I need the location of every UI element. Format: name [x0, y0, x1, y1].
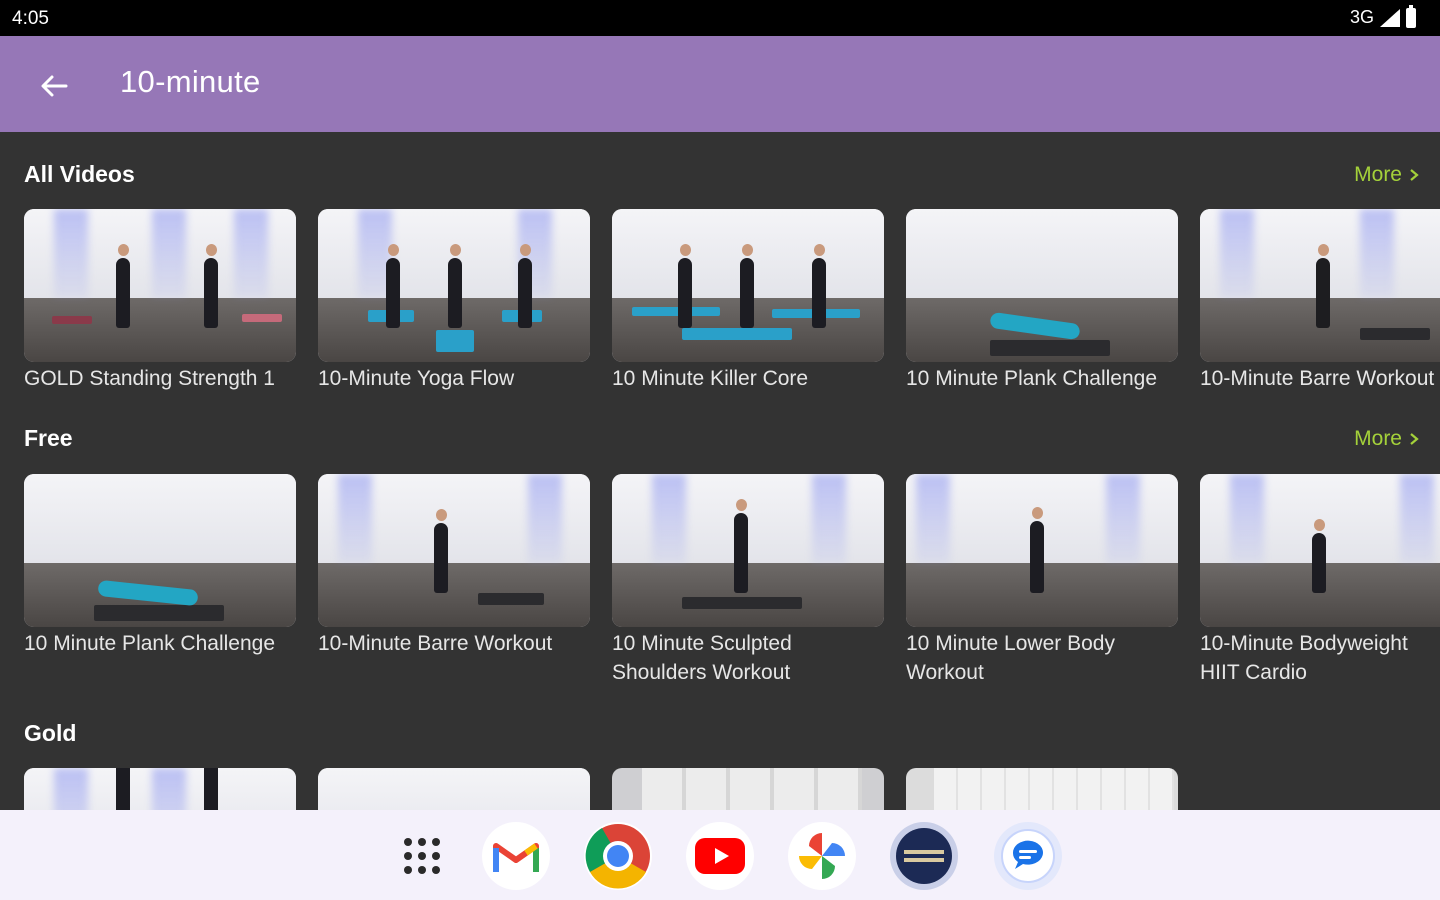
video-thumbnail — [24, 768, 296, 810]
section-title: Gold — [24, 720, 77, 746]
section-title: Free — [24, 425, 73, 451]
video-title: 10 Minute Plank Challenge — [906, 367, 1157, 390]
video-thumbnail — [24, 474, 296, 627]
video-thumbnail — [906, 768, 1178, 810]
section-title: All Videos — [24, 161, 135, 187]
video-title: GOLD Standing Strength 1 — [24, 367, 275, 390]
video-title: 10 Minute Plank Challenge — [24, 632, 275, 655]
chrome-icon[interactable] — [584, 822, 652, 890]
video-card[interactable]: 10 Minute Plank Challenge — [24, 474, 296, 658]
messages-icon[interactable] — [994, 822, 1062, 890]
video-card[interactable]: 10-Minute Yoga Flow — [318, 209, 590, 393]
signal-icon — [1380, 8, 1400, 27]
video-thumbnail — [612, 209, 884, 362]
video-title: 10-Minute Yoga Flow — [318, 367, 515, 390]
video-thumbnail — [906, 474, 1178, 627]
video-card[interactable] — [612, 768, 884, 810]
video-title: 10 Minute Lower Body Workout — [906, 632, 1115, 684]
more-link-all-videos[interactable]: More — [1354, 163, 1420, 187]
video-card[interactable]: 10-Minute Bodyweight HIIT Cardio — [1200, 474, 1440, 687]
more-link-free[interactable]: More — [1354, 427, 1420, 451]
status-bar: 4:05 3G — [0, 0, 1440, 36]
battery-icon — [1406, 4, 1416, 28]
video-card[interactable] — [318, 768, 590, 810]
video-card[interactable]: 10 Minute Lower Body Workout — [906, 474, 1178, 687]
status-indicators: 3G — [1349, 4, 1416, 28]
section-all-videos: All Videos More GOLD Standing Strength 1 — [0, 132, 1440, 392]
gmail-icon[interactable] — [482, 822, 550, 890]
back-button[interactable] — [30, 62, 78, 110]
video-card[interactable]: 10 Minute Sculpted Shoulders Workout — [612, 474, 884, 687]
arrow-back-icon — [41, 75, 68, 97]
video-list[interactable]: All Videos More GOLD Standing Strength 1 — [0, 132, 1440, 810]
video-thumbnail — [612, 474, 884, 627]
video-card[interactable] — [24, 768, 296, 810]
video-thumbnail — [1200, 209, 1440, 362]
more-label: More — [1354, 163, 1402, 186]
video-card[interactable]: 10 Minute Killer Core — [612, 209, 884, 393]
chevron-right-icon — [1410, 169, 1419, 181]
video-card[interactable]: 10-Minute Barre Workout — [318, 474, 590, 658]
video-title: 10 Minute Killer Core — [612, 367, 809, 390]
video-card[interactable]: 10-Minute Barre Workout — [1200, 209, 1440, 393]
video-thumbnail — [612, 768, 884, 810]
video-thumbnail — [24, 209, 296, 362]
video-thumbnail — [318, 768, 590, 810]
page-title: 10-minute — [120, 64, 261, 99]
video-title: 10-Minute Barre Workout — [1200, 367, 1435, 390]
status-time: 4:05 — [12, 8, 49, 29]
video-thumbnail — [318, 209, 590, 362]
network-type: 3G — [1349, 7, 1374, 27]
video-title: 10 Minute Sculpted Shoulders Workout — [612, 632, 792, 684]
video-title: 10-Minute Barre Workout — [318, 632, 553, 655]
more-label: More — [1354, 427, 1402, 450]
video-title: 10-Minute Bodyweight HIIT Cardio — [1200, 632, 1408, 684]
youtube-icon[interactable] — [686, 822, 754, 890]
section-free: Free More 10 Minute Plank Challenge 10-M… — [0, 397, 1440, 697]
video-card[interactable] — [906, 768, 1178, 810]
video-thumbnail — [906, 209, 1178, 362]
chevron-right-icon — [1410, 433, 1419, 445]
fitness-app-icon[interactable] — [890, 822, 958, 890]
taskbar — [0, 810, 1440, 900]
apps-grid-icon[interactable] — [388, 822, 456, 890]
video-card[interactable]: 10 Minute Plank Challenge — [906, 209, 1178, 393]
section-gold: Gold — [0, 692, 1440, 810]
video-thumbnail — [1200, 474, 1440, 627]
video-card[interactable]: GOLD Standing Strength 1 — [24, 209, 296, 393]
app-bar: 10-minute — [0, 36, 1440, 132]
video-thumbnail — [318, 474, 590, 627]
photos-icon[interactable] — [788, 822, 856, 890]
